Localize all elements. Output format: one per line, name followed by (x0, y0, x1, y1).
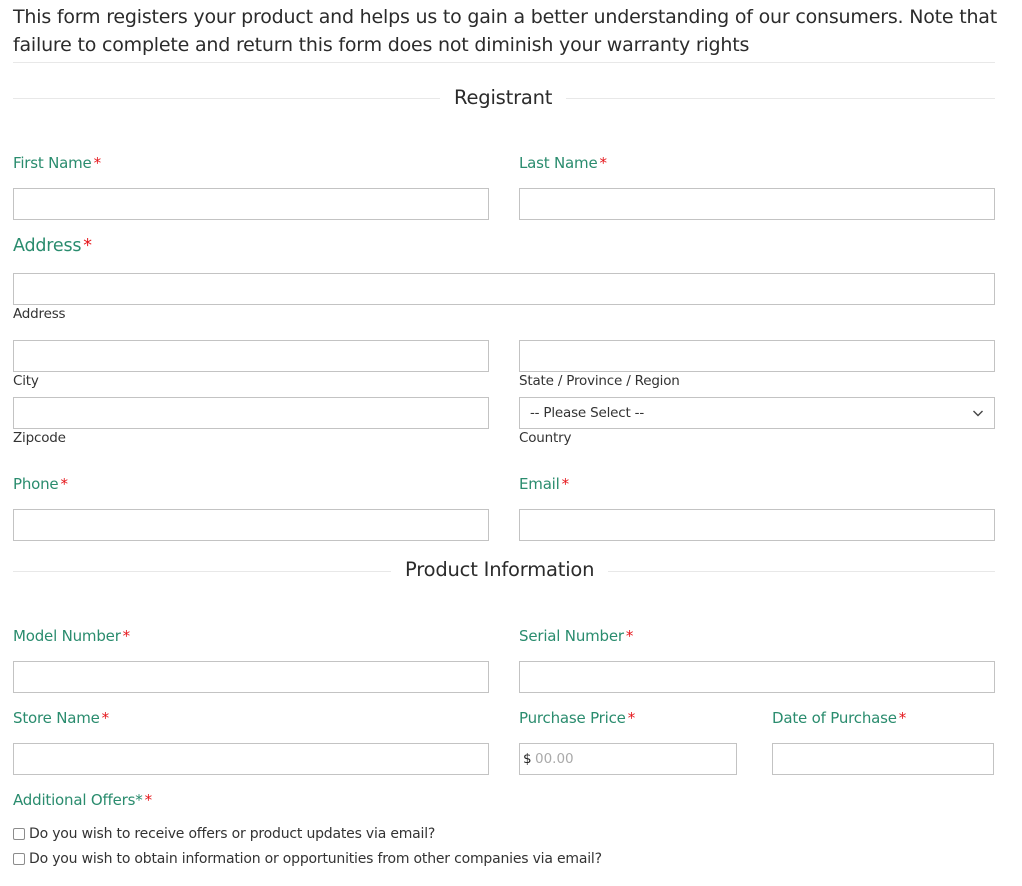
required-marker: * (599, 154, 607, 172)
offer-option-email-updates[interactable]: Do you wish to receive offers or product… (13, 826, 435, 842)
model-number-input[interactable] (13, 661, 489, 693)
zipcode-input[interactable] (13, 397, 489, 429)
address-line-input[interactable] (13, 273, 995, 305)
country-select[interactable]: -- Please Select -- (519, 397, 995, 429)
required-marker: * (144, 791, 153, 809)
store-name-input[interactable] (13, 743, 489, 775)
purchase-price-label: Purchase Price * (519, 709, 635, 727)
date-of-purchase-input[interactable] (772, 743, 994, 775)
state-sublabel: State / Province / Region (519, 373, 680, 389)
required-marker: * (101, 709, 110, 727)
store-name-label: Store Name * (13, 709, 109, 727)
address-label: Address * (13, 236, 92, 256)
required-marker: * (60, 475, 68, 493)
address-line-sublabel: Address (13, 306, 66, 322)
required-marker: * (93, 154, 102, 172)
email-label: Email * (519, 475, 569, 493)
phone-label: Phone * (13, 475, 68, 493)
zipcode-sublabel: Zipcode (13, 430, 66, 446)
chevron-down-icon (973, 410, 983, 417)
registration-form: This form registers your product and hel… (0, 0, 1022, 886)
city-sublabel: City (13, 373, 39, 389)
offer-option-third-party[interactable]: Do you wish to obtain information or opp… (13, 851, 602, 867)
first-name-input[interactable] (13, 188, 489, 220)
section-title-product: Product Information (391, 558, 609, 581)
required-marker: * (122, 627, 131, 645)
checkbox[interactable] (13, 828, 25, 840)
last-name-label: Last Name * (519, 154, 607, 172)
state-input[interactable] (519, 340, 995, 372)
phone-input[interactable] (13, 509, 489, 541)
checkbox[interactable] (13, 853, 25, 865)
country-select-value: -- Please Select -- (530, 405, 645, 421)
currency-prefix: $ (523, 751, 532, 767)
model-number-label: Model Number * (13, 627, 130, 645)
serial-number-input[interactable] (519, 661, 995, 693)
city-input[interactable] (13, 340, 489, 372)
last-name-input[interactable] (519, 188, 995, 220)
email-input[interactable] (519, 509, 995, 541)
country-sublabel: Country (519, 430, 572, 446)
required-marker: * (898, 709, 907, 727)
intro-text: This form registers your product and hel… (13, 6, 997, 56)
required-marker: * (625, 627, 634, 645)
purchase-price-placeholder: 00.00 (535, 751, 574, 767)
section-title-registrant: Registrant (440, 86, 567, 109)
first-name-label: First Name * (13, 154, 101, 172)
date-of-purchase-label: Date of Purchase * (772, 709, 907, 727)
divider (13, 62, 995, 63)
required-marker: * (83, 236, 92, 256)
required-marker: * (627, 709, 636, 727)
additional-offers-label: Additional Offers* * (13, 791, 152, 809)
required-marker: * (561, 475, 570, 493)
serial-number-label: Serial Number * (519, 627, 634, 645)
